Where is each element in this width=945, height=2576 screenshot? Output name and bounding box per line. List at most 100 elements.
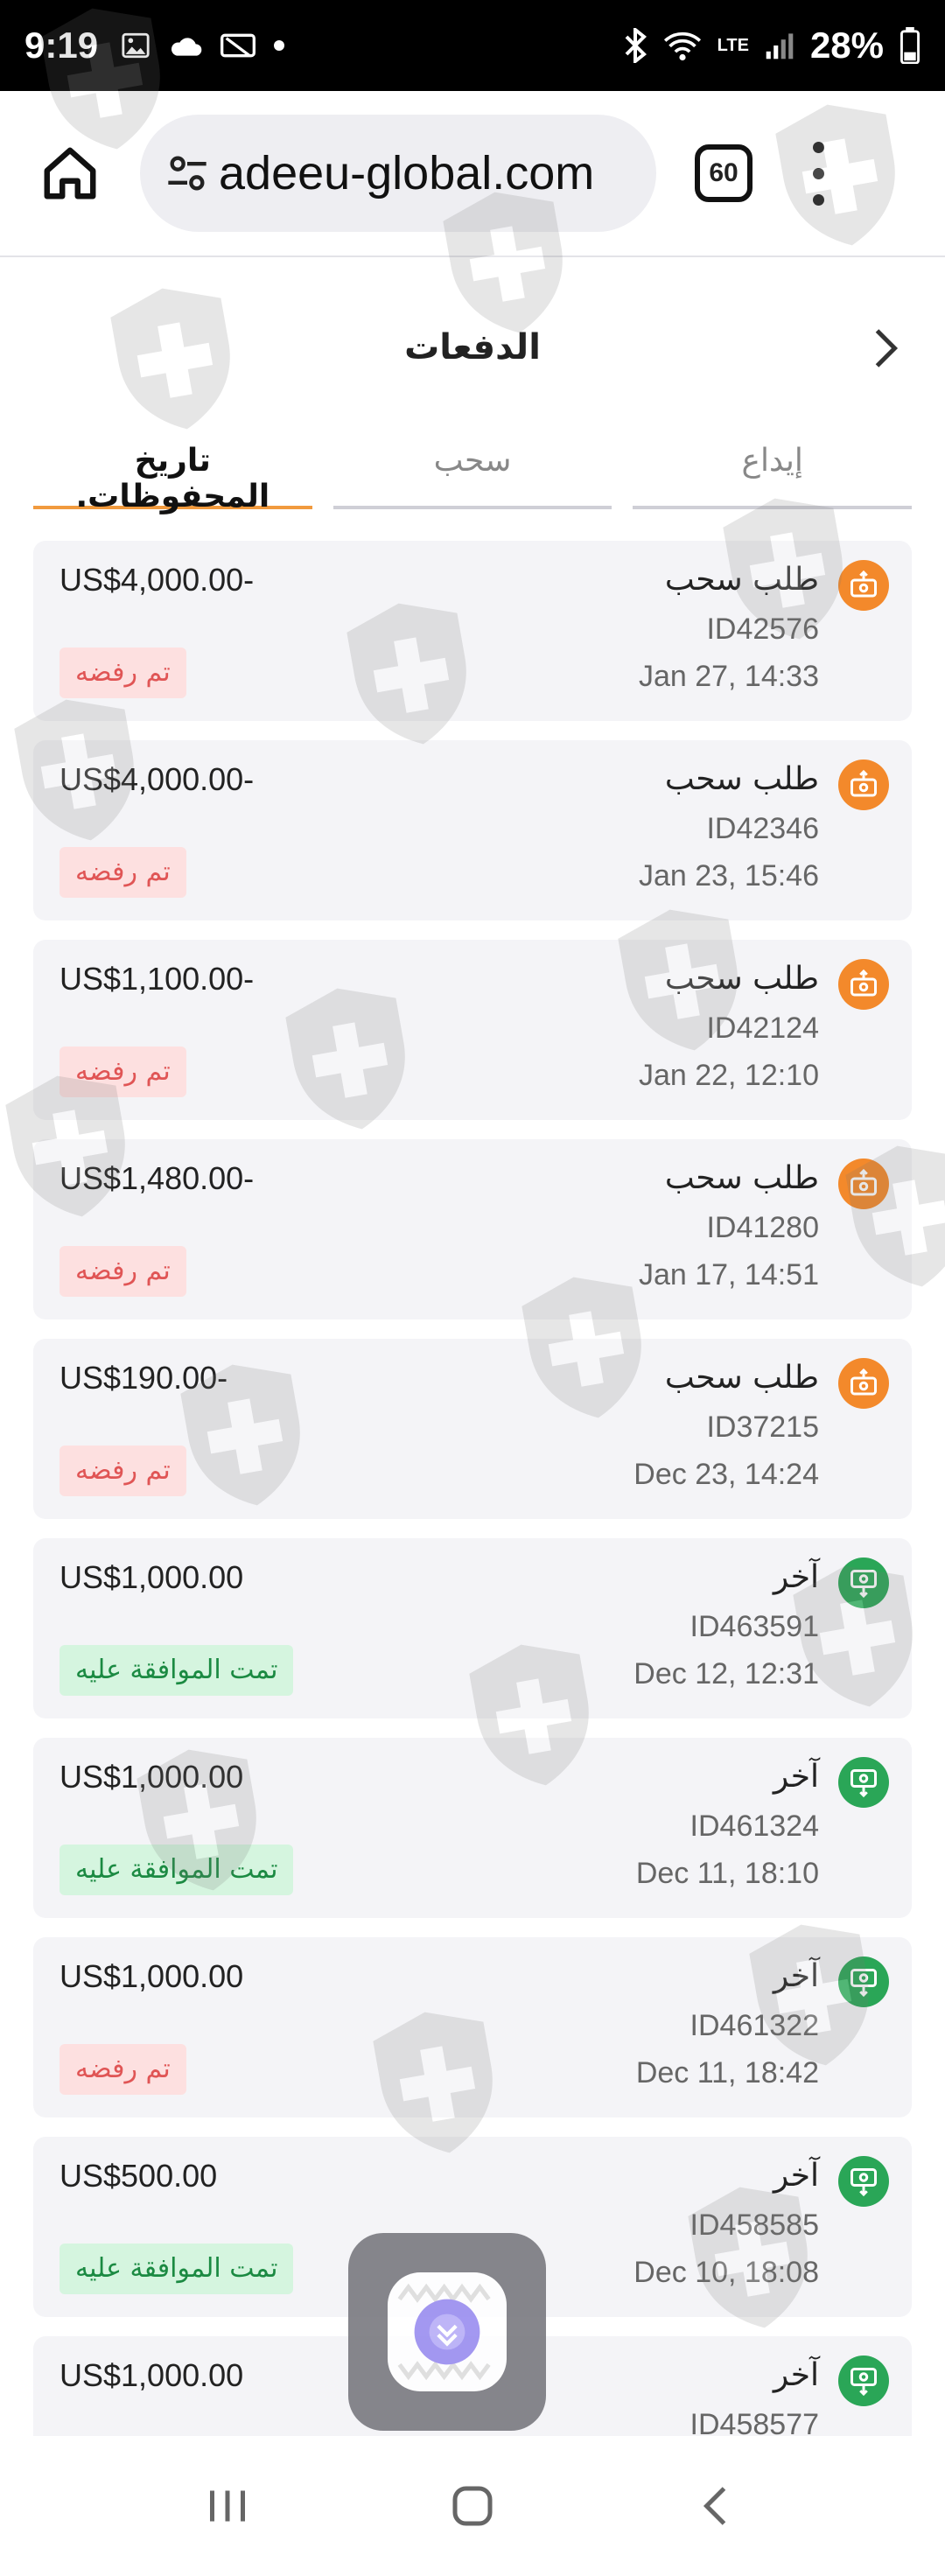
transaction-date: Dec 12, 12:31	[634, 1657, 819, 1690]
tune-icon	[168, 156, 206, 191]
transaction-type: طلب سحب	[664, 761, 819, 797]
transaction-type: طلب سحب	[664, 562, 819, 598]
cloud-icon	[172, 38, 202, 56]
transaction-date: Dec 23, 14:24	[634, 1458, 819, 1491]
cash-down-icon	[838, 1558, 889, 1608]
back-nav-icon	[703, 2487, 726, 2525]
cash-up-icon	[838, 1358, 889, 1409]
transaction-amount: US$500.00	[60, 2158, 218, 2194]
back-nav-button[interactable]	[674, 2462, 761, 2550]
tab-switcher-button[interactable]: 60	[695, 144, 752, 202]
transaction-amount: US$1,000.00	[60, 1958, 244, 1994]
status-badge: تم رفضه	[60, 1046, 186, 1097]
network-type: LTE	[717, 35, 749, 55]
status-badge: تم رفضه	[60, 2044, 186, 2095]
home-button[interactable]	[26, 130, 114, 217]
transaction-id: ID42576	[706, 612, 819, 646]
transaction-amount: US$4,000.00-	[60, 562, 255, 598]
home-icon	[44, 147, 96, 200]
status-bar: 9:19 LTE 28%	[0, 0, 945, 91]
transaction-card[interactable]: US$1,480.00- تم رفضه طلب سحب ID41280 Jan 17,…	[33, 1139, 912, 1320]
transaction-amount: US$1,000.00	[60, 1759, 244, 1795]
transaction-date: Dec 11, 18:42	[635, 2056, 819, 2090]
tab-history[interactable]: تاريخ المحفوظات.	[33, 443, 312, 514]
cash-down-icon	[838, 2356, 889, 2406]
status-time: 9:19	[24, 24, 99, 66]
gallery-icon	[122, 32, 150, 59]
transaction-type: طلب سحب	[664, 1360, 819, 1396]
url-text[interactable]: adeeu-global.com	[219, 146, 594, 200]
status-badge: تم رفضه	[60, 648, 186, 698]
transaction-type: طلب سحب	[664, 961, 819, 997]
more-vert-icon[interactable]	[805, 134, 831, 213]
system-nav-bar	[0, 2436, 945, 2576]
transaction-type: آخر	[773, 2357, 819, 2393]
status-badge: تمت الموافقة عليه	[60, 1645, 294, 1696]
transaction-card[interactable]: US$1,100.00- تم رفضه طلب سحب ID42124 Jan 22,…	[33, 940, 912, 1120]
transaction-id: ID42346	[706, 812, 819, 845]
transaction-type: آخر	[773, 2158, 819, 2194]
cash-down-icon	[838, 1757, 889, 1808]
dot-icon	[274, 40, 285, 51]
transaction-card[interactable]: US$190.00- تم رفضه طلب سحب ID37215 Dec 23, 1…	[33, 1339, 912, 1519]
transaction-date: Dec 10, 18:08	[634, 2256, 819, 2289]
assistant-app-icon	[388, 2272, 507, 2391]
transaction-type: آخر	[773, 1759, 819, 1795]
transaction-date: Jan 27, 14:33	[638, 660, 819, 693]
status-badge: تمت الموافقة عليه	[60, 1844, 294, 1895]
transaction-id: ID42124	[706, 1012, 819, 1045]
cast-off-icon	[220, 33, 256, 58]
transaction-date: Jan 22, 12:10	[638, 1059, 819, 1092]
tabs: تاريخ المحفوظات. سحب إيداع	[33, 443, 913, 514]
recents-icon	[210, 2490, 245, 2522]
tab-withdraw[interactable]: سحب	[332, 443, 612, 509]
transaction-id: ID463591	[690, 1610, 819, 1643]
transaction-id: ID461322	[690, 2009, 819, 2042]
status-badge: تم رفضه	[60, 847, 186, 898]
transaction-card[interactable]: US$4,000.00- تم رفضه طلب سحب ID42576 Jan 27,…	[33, 541, 912, 721]
transaction-type: آخر	[773, 1958, 819, 1994]
status-notification-icons	[121, 31, 285, 60]
cash-up-icon	[838, 959, 889, 1010]
address-bar[interactable]: adeeu-global.com	[140, 115, 656, 232]
status-badge: تمت الموافقة عليه	[60, 2244, 294, 2294]
transaction-card[interactable]: US$1,000.00 تم رفضه آخر ID461322 Dec 11, 18:…	[33, 1937, 912, 2118]
transaction-amount: US$4,000.00-	[60, 761, 255, 797]
transaction-date: Dec 11, 18:10	[635, 1857, 819, 1890]
bluetooth-icon	[625, 28, 647, 63]
transaction-amount: US$1,480.00-	[60, 1160, 255, 1196]
floating-app-button[interactable]	[348, 2233, 546, 2431]
transaction-date: Jan 17, 14:51	[638, 1258, 819, 1292]
page-header: الدفعات	[0, 257, 945, 450]
transaction-id: ID41280	[706, 1211, 819, 1244]
transaction-amount: US$1,100.00-	[60, 961, 255, 997]
transaction-id: ID458585	[690, 2208, 819, 2242]
battery-icon	[900, 27, 920, 64]
recents-button[interactable]	[184, 2462, 271, 2550]
transaction-amount: US$1,000.00	[60, 1559, 244, 1595]
cash-down-icon	[838, 1956, 889, 2007]
tab-deposit[interactable]: إيداع	[633, 443, 913, 509]
chevron-right-icon[interactable]	[858, 322, 910, 374]
cash-down-icon	[838, 2156, 889, 2207]
transaction-type: آخر	[773, 1559, 819, 1595]
transaction-date: Jan 23, 15:46	[638, 859, 819, 892]
site-settings-button[interactable]	[161, 147, 214, 200]
status-system-icons: LTE 28%	[623, 24, 920, 66]
transaction-card[interactable]: US$4,000.00- تم رفضه طلب سحب ID42346 Jan 23,…	[33, 740, 912, 920]
cash-up-icon	[838, 560, 889, 611]
browser-toolbar: adeeu-global.com 60	[0, 91, 945, 257]
transaction-amount: US$1,000.00	[60, 2357, 244, 2393]
home-nav-icon	[452, 2486, 493, 2526]
transaction-card[interactable]: US$1,000.00 تمت الموافقة عليه آخر ID463591 D…	[33, 1538, 912, 1718]
cash-up-icon	[838, 1158, 889, 1209]
transaction-card[interactable]: US$1,000.00 تمت الموافقة عليه آخر ID461324 D…	[33, 1738, 912, 1918]
status-badge: تم رفضه	[60, 1446, 186, 1496]
transaction-id: ID461324	[690, 1810, 819, 1843]
home-nav-button[interactable]	[429, 2462, 516, 2550]
transaction-id: ID37215	[706, 1410, 819, 1444]
transaction-amount: US$190.00-	[60, 1360, 228, 1396]
wifi-icon	[663, 32, 701, 61]
battery-percent: 28%	[809, 24, 884, 66]
page-title: الدفعات	[404, 327, 541, 368]
